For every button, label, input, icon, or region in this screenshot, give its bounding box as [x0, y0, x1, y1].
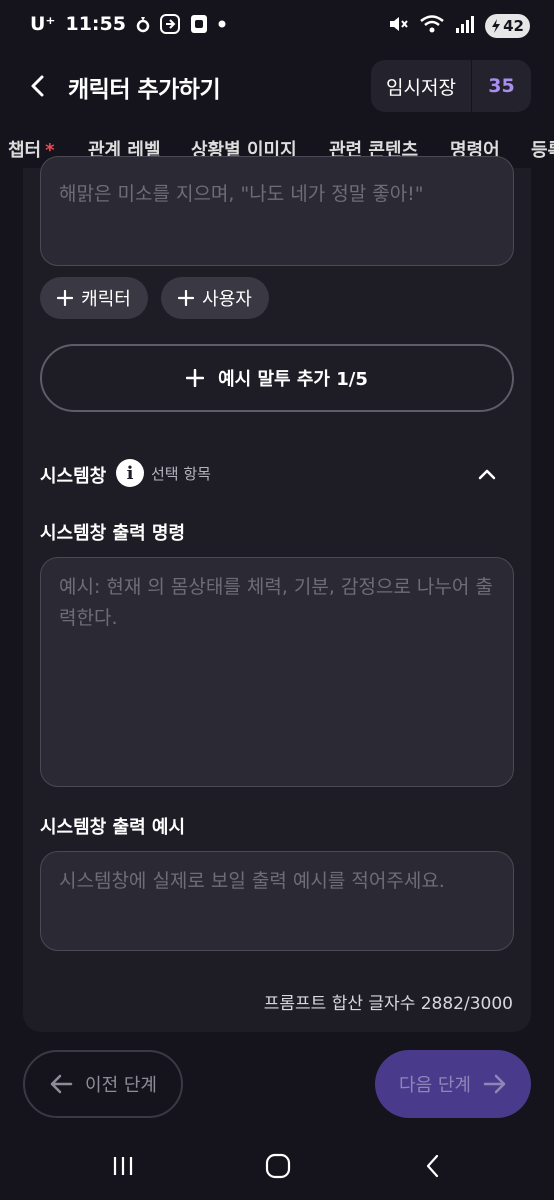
- next-step-button[interactable]: 다음 단계: [375, 1050, 531, 1118]
- tab-register[interactable]: 등록: [531, 136, 554, 162]
- info-icon[interactable]: i: [116, 459, 144, 487]
- plus-icon: [186, 369, 205, 387]
- add-user-button[interactable]: 사용자: [161, 277, 269, 319]
- carrier-label: U⁺: [30, 13, 56, 35]
- dot-icon: [218, 20, 226, 28]
- add-user-label: 사용자: [202, 289, 252, 310]
- temp-save-button[interactable]: 임시저장: [371, 60, 471, 112]
- example-speech-text: 해맑은 미소를 지으며, "나도 네가 정말 좋아!": [59, 183, 424, 205]
- form-card: 해맑은 미소를 지으며, "나도 네가 정말 좋아!" 캐릭터 사용자 예시 말…: [23, 156, 531, 1032]
- page-title: 캐릭터 추가하기: [68, 77, 221, 103]
- system-window-title: 시스템창: [40, 466, 107, 487]
- home-icon: [265, 1153, 291, 1179]
- arrow-right-icon: [483, 1074, 506, 1094]
- battery-icon: 42: [485, 14, 530, 38]
- next-step-label: 다음 단계: [399, 1075, 471, 1096]
- app-header: 캐릭터 추가하기 임시저장 35: [0, 58, 554, 114]
- previous-step-label: 이전 단계: [85, 1075, 157, 1096]
- system-back-button[interactable]: [413, 1150, 453, 1182]
- example-speech-textarea[interactable]: 해맑은 미소를 지으며, "나도 네가 정말 좋아!": [40, 156, 514, 266]
- system-nav-bar: [0, 1130, 554, 1200]
- temp-save-count[interactable]: 35: [472, 60, 531, 112]
- clock: 11:55: [65, 13, 126, 35]
- collapse-button[interactable]: [475, 462, 499, 486]
- add-example-speech-button[interactable]: 예시 말투 추가 1/5: [40, 344, 514, 412]
- home-button[interactable]: [258, 1150, 298, 1182]
- temp-save-group: 임시저장 35: [371, 60, 531, 112]
- output-command-textarea[interactable]: 예시: 현재 의 몸상태를 체력, 기분, 감정으로 나누어 출력한다.: [40, 557, 514, 787]
- back-icon: [426, 1154, 439, 1178]
- app-icon: [190, 14, 208, 34]
- app-icon: [159, 14, 180, 34]
- add-character-button[interactable]: 캐릭터: [40, 277, 148, 319]
- output-command-placeholder: 예시: 현재 의 몸상태를 체력, 기분, 감정으로 나누어 출력한다.: [59, 576, 493, 629]
- wifi-icon: [419, 13, 445, 39]
- chevron-up-icon: [478, 469, 496, 480]
- app-screen: U⁺ 11:55 42 캐릭터 추가하기 임시저장 35 챕터 * 관계 레벨 …: [0, 0, 554, 1200]
- recent-apps-button[interactable]: [103, 1150, 143, 1182]
- previous-step-button[interactable]: 이전 단계: [23, 1050, 183, 1118]
- back-button[interactable]: [22, 70, 54, 102]
- output-example-title: 시스템창 출력 예시: [40, 817, 186, 838]
- arrow-left-icon: [50, 1074, 73, 1094]
- signal-icon: [455, 14, 475, 38]
- prompt-character-count: 프롬프트 합산 글자수 2882/3000: [263, 994, 513, 1014]
- notification-icon: [136, 15, 150, 33]
- output-example-textarea[interactable]: 시스템창에 실제로 보일 출력 예시를 적어주세요.: [40, 851, 514, 951]
- output-command-title: 시스템창 출력 명령: [40, 523, 186, 544]
- plus-icon: [57, 290, 74, 306]
- output-example-placeholder: 시스템창에 실제로 보일 출력 예시를 적어주세요.: [59, 870, 445, 892]
- battery-level: 42: [503, 17, 524, 35]
- add-example-label: 예시 말투 추가 1/5: [218, 369, 368, 390]
- status-bar: U⁺ 11:55 42: [0, 0, 554, 52]
- tab-label: 챕터: [8, 140, 42, 161]
- chevron-left-icon: [31, 75, 44, 97]
- plus-icon: [178, 290, 195, 306]
- recent-apps-icon: [113, 1157, 133, 1175]
- optional-label: 선택 항목: [151, 465, 211, 483]
- add-character-label: 캐릭터: [81, 289, 131, 310]
- mute-icon: [387, 13, 409, 39]
